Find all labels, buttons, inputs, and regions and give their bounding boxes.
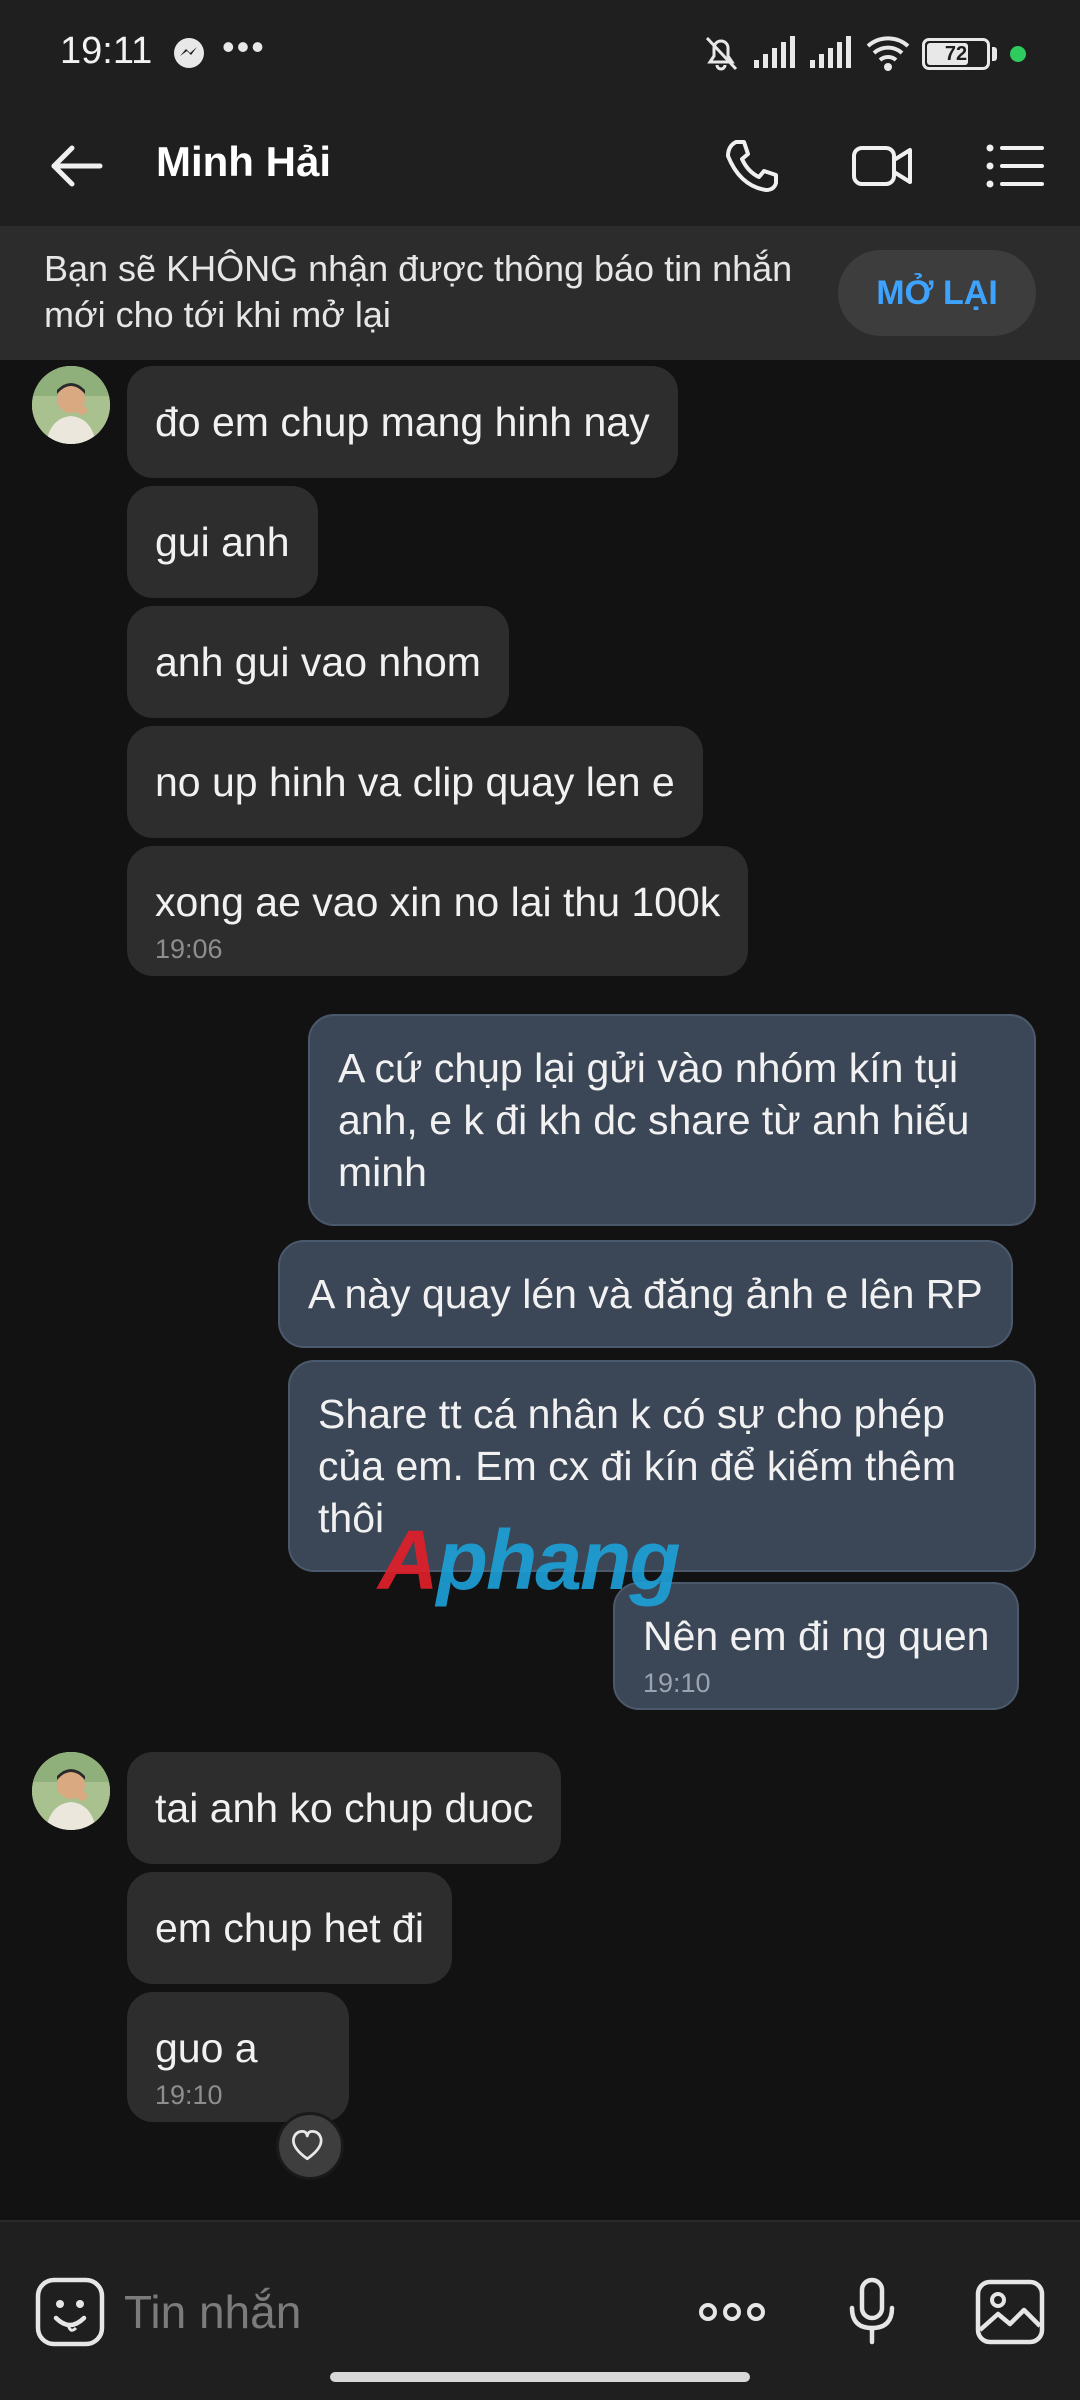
- privacy-indicator-dot: [1010, 46, 1026, 62]
- status-time: 19:11: [60, 30, 153, 72]
- battery-level-text: 72: [944, 43, 968, 65]
- message-text: anh gui vao nhom: [155, 639, 481, 685]
- heart-icon: [292, 2130, 323, 2161]
- message-outgoing[interactable]: A cứ chụp lại gửi vào nhóm kín tụi anh, …: [308, 1014, 1036, 1226]
- message-incoming[interactable]: em chup het đi: [127, 1872, 452, 1984]
- message-text: gui anh: [155, 519, 290, 565]
- message-incoming[interactable]: tai anh ko chup duoc: [127, 1752, 562, 1864]
- message-text: xong ae vao xin no lai thu 100k: [155, 879, 721, 925]
- wifi-icon: [866, 36, 910, 71]
- video-call-icon[interactable]: [850, 134, 914, 198]
- message-incoming[interactable]: đo em chup mang hinh nay: [127, 366, 678, 478]
- mute-bell-icon: [705, 36, 738, 71]
- message-text: Nên em đi ng quen: [643, 1613, 990, 1659]
- mute-notice-text: Bạn sẽ KHÔNG nhận được thông báo tin nhắ…: [44, 248, 793, 335]
- watermark-part-2: phang: [436, 1513, 681, 1607]
- contact-avatar[interactable]: [32, 1752, 110, 1830]
- message-text: em chup het đi: [155, 1905, 424, 1951]
- message-input[interactable]: [124, 2280, 644, 2344]
- message-text: A cứ chụp lại gửi vào nhóm kín tụi anh, …: [338, 1045, 970, 1195]
- watermark-logo: Aphang: [378, 1512, 681, 1609]
- contact-avatar[interactable]: [32, 366, 110, 444]
- mute-notice-banner: Bạn sẽ KHÔNG nhận được thông báo tin nhắ…: [0, 226, 1080, 360]
- message-text: no up hinh va clip quay len e: [155, 759, 675, 805]
- more-notifications-icon: •••: [222, 26, 266, 67]
- message-list[interactable]: đo em chup mang hinh nay gui anh anh gui…: [0, 360, 1080, 2220]
- signal-icon-2: [810, 36, 851, 68]
- contact-name[interactable]: Minh Hải: [156, 138, 331, 186]
- message-outgoing[interactable]: A này quay lén và đăng ảnh e lên RP: [278, 1240, 1013, 1348]
- message-incoming[interactable]: guo a 19:10: [127, 1992, 349, 2122]
- message-text: đo em chup mang hinh nay: [155, 399, 650, 445]
- message-incoming[interactable]: anh gui vao nhom: [127, 606, 509, 718]
- battery-icon: 72: [922, 38, 990, 70]
- message-incoming[interactable]: xong ae vao xin no lai thu 100k 19:06: [127, 846, 749, 976]
- message-timestamp: 19:06: [155, 934, 223, 964]
- avatar-image: [32, 1752, 110, 1830]
- chat-header: Minh Hải: [0, 108, 1080, 226]
- message-text: tai anh ko chup duoc: [155, 1785, 534, 1831]
- message-timestamp: 19:10: [155, 2080, 223, 2110]
- message-incoming[interactable]: no up hinh va clip quay len e: [127, 726, 703, 838]
- home-indicator[interactable]: [330, 2372, 750, 2382]
- message-text: A này quay lén và đăng ảnh e lên RP: [308, 1271, 983, 1317]
- more-options-icon[interactable]: [696, 2276, 768, 2348]
- reopen-notifications-button[interactable]: MỞ LẠI: [838, 250, 1036, 336]
- signal-icon-1: [754, 36, 795, 68]
- message-text: guo a: [155, 2025, 258, 2071]
- message-timestamp: 19:10: [643, 1668, 711, 1698]
- messenger-icon: [174, 38, 204, 68]
- menu-list-icon[interactable]: [982, 134, 1046, 198]
- back-arrow-icon[interactable]: [44, 134, 108, 198]
- avatar-image: [32, 366, 110, 444]
- battery-tip: [992, 47, 997, 61]
- microphone-icon[interactable]: [836, 2276, 908, 2348]
- phone-call-icon[interactable]: [720, 134, 784, 198]
- react-heart-button[interactable]: [276, 2112, 344, 2180]
- gallery-image-icon[interactable]: [974, 2276, 1046, 2348]
- message-incoming[interactable]: gui anh: [127, 486, 318, 598]
- status-bar: 19:11 ••• 72: [0, 0, 1080, 108]
- watermark-part-1: A: [378, 1513, 439, 1607]
- sticker-emoji-icon[interactable]: [34, 2276, 106, 2348]
